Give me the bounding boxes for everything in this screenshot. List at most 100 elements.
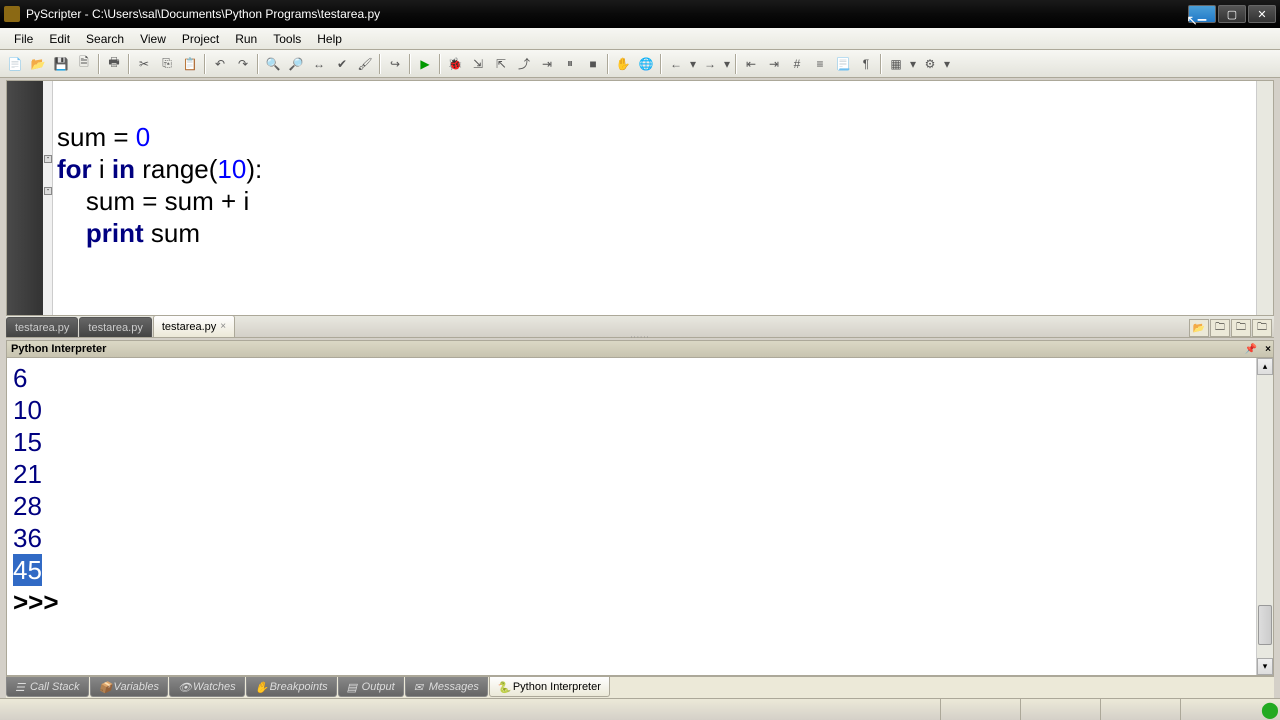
save-all-icon[interactable]: 🗎 xyxy=(73,53,95,75)
panel-close-icon[interactable]: × xyxy=(1265,344,1271,355)
debug-icon[interactable]: 🐞 xyxy=(444,53,466,75)
code-editor[interactable]: - - sum = 0for i in range(10): sum = sum… xyxy=(6,80,1274,316)
scroll-up-icon[interactable]: ▴ xyxy=(1257,358,1273,375)
menu-view[interactable]: View xyxy=(132,30,174,48)
maximize-button[interactable]: ▢ xyxy=(1218,5,1246,23)
doc-icon[interactable]: 📃 xyxy=(832,53,854,75)
interpreter-title: Python Interpreter xyxy=(11,343,106,355)
menu-tools[interactable]: Tools xyxy=(265,30,309,48)
fold-marker-icon[interactable]: - xyxy=(44,155,52,163)
editor-tab-inactive[interactable]: testarea.py xyxy=(79,317,151,337)
layout-icon[interactable]: ▦ xyxy=(885,53,907,75)
copy-icon[interactable]: ⎘ xyxy=(156,53,178,75)
output-line: 10 xyxy=(13,394,1267,426)
run-icon[interactable]: ▶ xyxy=(414,53,436,75)
redo-icon[interactable]: ↷ xyxy=(232,53,254,75)
find-icon[interactable]: 🔍 xyxy=(262,53,284,75)
hand-icon[interactable]: ✋ xyxy=(612,53,634,75)
tab-call-stack[interactable]: ☰Call Stack xyxy=(6,677,89,697)
nav-fwd-icon[interactable]: → xyxy=(699,53,721,75)
watch-icon: 👁 xyxy=(178,681,190,693)
check-icon[interactable]: ✔ xyxy=(331,53,353,75)
goto-icon[interactable]: ↪ xyxy=(384,53,406,75)
output-line-selected: 45 xyxy=(13,554,42,586)
config-icon[interactable]: ⚙ xyxy=(919,53,941,75)
stack-icon: ☰ xyxy=(15,681,27,693)
tab-nav-icon[interactable]: 🗀 xyxy=(1231,319,1251,337)
app-icon xyxy=(4,6,20,22)
globe-icon[interactable]: 🌐 xyxy=(635,53,657,75)
stop-icon[interactable]: ■ xyxy=(582,53,604,75)
nav-back-drop-icon[interactable]: ▾ xyxy=(688,53,698,75)
config-drop-icon[interactable]: ▾ xyxy=(942,53,952,75)
editor-tab-active[interactable]: testarea.py× xyxy=(153,315,235,337)
close-button[interactable]: ✕ xyxy=(1248,5,1276,23)
tab-nav-icon[interactable]: 🗀 xyxy=(1252,319,1272,337)
step-over-icon[interactable]: ⇱ xyxy=(490,53,512,75)
dedent-icon[interactable]: ⇤ xyxy=(740,53,762,75)
status-cell xyxy=(1180,699,1260,720)
bottom-tab-bar: ☰Call Stack 📦Variables 👁Watches ✋Breakpo… xyxy=(6,676,1274,698)
status-cell xyxy=(1020,699,1100,720)
tab-variables[interactable]: 📦Variables xyxy=(90,677,168,697)
interpreter-prompt[interactable]: >>> xyxy=(13,586,1267,618)
find-next-icon[interactable]: 🔎 xyxy=(285,53,307,75)
editor-scrollbar[interactable] xyxy=(1256,81,1273,315)
tab-python-interpreter[interactable]: 🐍Python Interpreter xyxy=(489,677,610,697)
python-icon: 🐍 xyxy=(498,681,510,693)
save-icon[interactable]: 💾 xyxy=(50,53,72,75)
interpreter-scrollbar[interactable]: ▴ ▾ xyxy=(1256,358,1273,675)
layout-drop-icon[interactable]: ▾ xyxy=(908,53,918,75)
status-bar: ⬤ xyxy=(0,698,1280,720)
pause-icon[interactable]: ⏸ xyxy=(559,53,581,75)
tab-nav-icon[interactable]: 🗀 xyxy=(1210,319,1230,337)
replace-icon[interactable]: ↔ xyxy=(308,53,330,75)
menu-run[interactable]: Run xyxy=(227,30,265,48)
menu-help[interactable]: Help xyxy=(309,30,350,48)
cut-icon[interactable]: ✂ xyxy=(133,53,155,75)
interpreter-panel-header: Python Interpreter 📌 × xyxy=(6,340,1274,358)
indent-icon[interactable]: ⇥ xyxy=(763,53,785,75)
tab-output[interactable]: ▤Output xyxy=(338,677,404,697)
new-file-icon[interactable]: 📄 xyxy=(4,53,26,75)
pin-icon[interactable]: 📌 xyxy=(1245,344,1257,355)
status-indicator-icon: ⬤ xyxy=(1260,699,1280,720)
menu-search[interactable]: Search xyxy=(78,30,132,48)
print-icon[interactable]: 🖶 xyxy=(103,53,125,75)
pilcrow-icon[interactable]: ¶ xyxy=(855,53,877,75)
code-content[interactable]: sum = 0for i in range(10): sum = sum + i… xyxy=(53,81,1256,315)
interpreter-output[interactable]: 6 10 15 21 28 36 45 >>> ▴ ▾ xyxy=(6,358,1274,676)
undo-icon[interactable]: ↶ xyxy=(209,53,231,75)
step-out-icon[interactable]: ⤴ xyxy=(513,53,535,75)
list-icon[interactable]: ≡ xyxy=(809,53,831,75)
window-title: PyScripter - C:\Users\sal\Documents\Pyth… xyxy=(26,7,1188,21)
var-icon: 📦 xyxy=(99,681,111,693)
menu-file[interactable]: File xyxy=(6,30,41,48)
menu-project[interactable]: Project xyxy=(174,30,227,48)
tab-close-icon[interactable]: × xyxy=(220,321,226,332)
paste-icon[interactable]: 📋 xyxy=(179,53,201,75)
comment-icon[interactable]: # xyxy=(786,53,808,75)
output-line: 36 xyxy=(13,522,1267,554)
scroll-down-icon[interactable]: ▾ xyxy=(1257,658,1273,675)
brush-icon[interactable]: 🖌 xyxy=(354,53,376,75)
output-line: 6 xyxy=(13,362,1267,394)
fold-marker-icon[interactable]: - xyxy=(44,187,52,195)
open-file-icon[interactable]: 📂 xyxy=(27,53,49,75)
fold-gutter: - - xyxy=(43,81,53,315)
run-to-cursor-icon[interactable]: ⇥ xyxy=(536,53,558,75)
nav-fwd-drop-icon[interactable]: ▾ xyxy=(722,53,732,75)
status-cell xyxy=(1100,699,1180,720)
tab-nav-icon[interactable]: 📂 xyxy=(1189,319,1209,337)
nav-back-icon[interactable]: ← xyxy=(665,53,687,75)
toolbar: 📄 📂 💾 🗎 🖶 ✂ ⎘ 📋 ↶ ↷ 🔍 🔎 ↔ ✔ 🖌 ↪ ▶ 🐞 ⇲ ⇱ … xyxy=(0,50,1280,78)
editor-tab-inactive[interactable]: testarea.py xyxy=(6,317,78,337)
messages-icon: ✉ xyxy=(414,681,426,693)
step-into-icon[interactable]: ⇲ xyxy=(467,53,489,75)
minimize-button[interactable]: ▁ xyxy=(1188,5,1216,23)
menu-edit[interactable]: Edit xyxy=(41,30,78,48)
scroll-thumb[interactable] xyxy=(1258,605,1272,645)
tab-breakpoints[interactable]: ✋Breakpoints xyxy=(246,677,337,697)
tab-watches[interactable]: 👁Watches xyxy=(169,677,245,697)
tab-messages[interactable]: ✉Messages xyxy=(405,677,488,697)
